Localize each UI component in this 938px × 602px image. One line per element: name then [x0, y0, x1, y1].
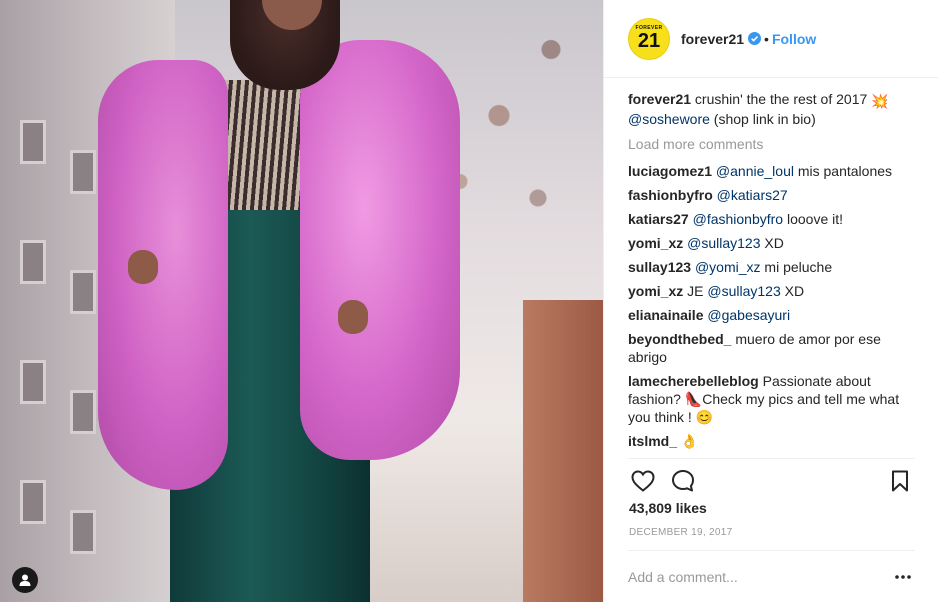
likes-count[interactable]: 43,809 likes — [629, 500, 707, 516]
comment-text: mis pantalones — [793, 163, 893, 179]
comment-input[interactable] — [628, 568, 891, 585]
separator-dot: • — [764, 30, 769, 47]
list-item: beyondthebed_ muero de amor por ese abri… — [628, 330, 915, 366]
list-item: itslmd_ 👌 — [628, 432, 915, 450]
caption-text: crushin' the the rest of 2017 — [691, 91, 872, 107]
list-item: yomi_xz JE @sullay123 XD — [628, 282, 915, 300]
caption: forever21 crushin' the the rest of 2017 … — [628, 90, 915, 128]
list-item: luciagomez1 @annie_loul mis pantalones — [628, 162, 915, 180]
bookmark-icon[interactable] — [885, 466, 915, 496]
hand-right — [338, 300, 368, 334]
list-item: katiars27 @fashionbyfro looove it! — [628, 210, 915, 228]
avatar-brand-big: 21 — [637, 30, 661, 52]
more-options-icon[interactable] — [891, 567, 915, 587]
verified-badge-icon — [748, 32, 762, 45]
collision-emoji: 💥 — [871, 93, 889, 109]
comment-text: XD — [760, 235, 784, 251]
caption-tail: (shop link in bio) — [709, 111, 816, 127]
list-item: fashionbyfro @katiars27 — [628, 186, 915, 204]
comment-username[interactable]: sullay123 — [628, 259, 691, 275]
avatar[interactable]: FOREVER 21 — [628, 17, 670, 60]
caption-mention[interactable]: @soshewore — [628, 111, 710, 127]
building-right — [523, 300, 603, 602]
list-item: sullay123 @yomi_xz mi peluche — [628, 258, 915, 276]
load-more-comments-button[interactable]: Load more comments — [628, 136, 915, 152]
heart-icon[interactable] — [628, 466, 658, 496]
comment-username[interactable]: yomi_xz — [628, 283, 683, 299]
list-item: yomi_xz @sullay123 XD — [628, 234, 915, 252]
comment-mention[interactable]: @katiars27 — [717, 187, 788, 203]
comment-username[interactable]: beyondthebed_ — [628, 331, 731, 347]
post-photo[interactable] — [0, 0, 603, 602]
add-comment-bar — [628, 550, 915, 602]
comment-username[interactable]: lamecherebelleblog — [628, 373, 759, 389]
comment-username[interactable]: itslmd_ — [628, 433, 677, 449]
comment-username[interactable]: elianainaile — [628, 307, 703, 323]
user-tag-icon[interactable] — [12, 567, 38, 593]
comment-text: looove it! — [783, 211, 844, 227]
comment-mention[interactable]: @gabesayuri — [707, 307, 790, 323]
comment-mention[interactable]: @yomi_xz — [695, 259, 761, 275]
follow-button[interactable]: Follow — [772, 31, 816, 47]
comment-username[interactable]: katiars27 — [628, 211, 689, 227]
comment-bubble-icon[interactable] — [668, 466, 698, 496]
comment-text: mi peluche — [760, 259, 833, 275]
list-item: elianainaile @gabesayuri — [628, 306, 915, 324]
list-item: lamecherebelleblog Passionate about fash… — [628, 372, 915, 426]
comment-username[interactable]: fashionbyfro — [628, 187, 713, 203]
comment-text: 👌 — [677, 433, 699, 449]
comment-mention[interactable]: @annie_loul — [716, 163, 794, 179]
comment-username[interactable]: luciagomez1 — [628, 163, 712, 179]
comment-username[interactable]: yomi_xz — [628, 235, 683, 251]
pink-coat-left — [98, 60, 228, 490]
comments-list[interactable]: forever21 crushin' the the rest of 2017 … — [604, 78, 938, 458]
action-bar — [628, 458, 915, 502]
post-header: FOREVER 21 forever21 • Follow — [604, 0, 938, 78]
instagram-post: FOREVER 21 forever21 • Follow forever21 … — [0, 0, 938, 602]
comment-prefix: JE — [683, 283, 708, 299]
header-username[interactable]: forever21 — [681, 31, 744, 47]
hand-left — [128, 250, 158, 284]
caption-username[interactable]: forever21 — [628, 91, 691, 107]
comment-mention[interactable]: @sullay123 — [707, 283, 780, 299]
pink-coat-right — [300, 40, 460, 460]
comment-mention[interactable]: @fashionbyfro — [693, 211, 783, 227]
post-sidebar: FOREVER 21 forever21 • Follow forever21 … — [603, 0, 938, 602]
comment-text: XD — [780, 283, 805, 299]
comment-mention[interactable]: @sullay123 — [687, 235, 760, 251]
post-date[interactable]: DECEMBER 19, 2017 — [629, 527, 732, 538]
